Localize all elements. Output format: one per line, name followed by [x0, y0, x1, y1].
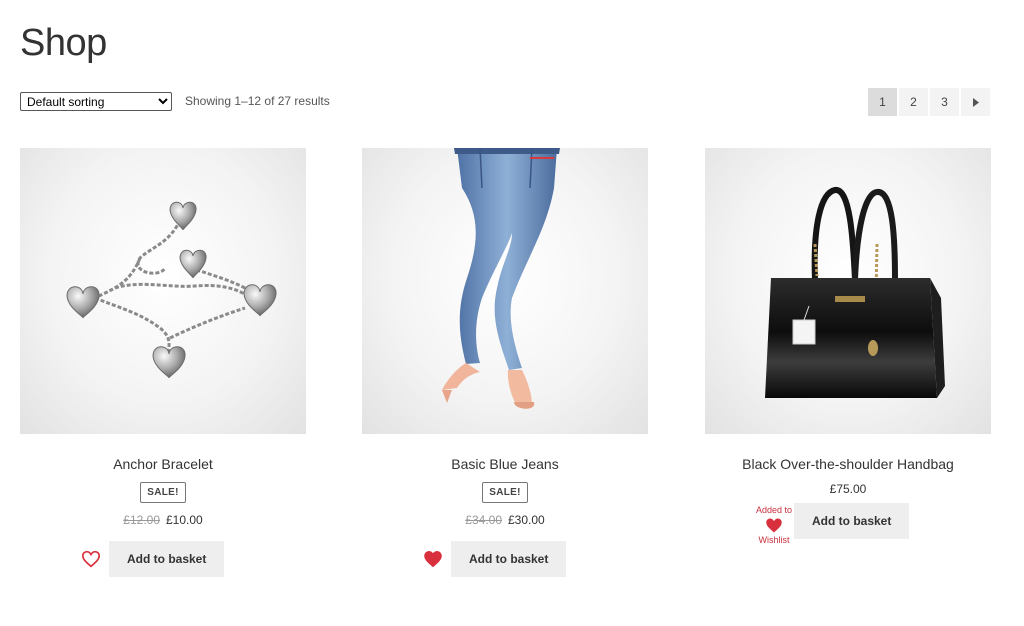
- page-title: Shop: [20, 22, 107, 64]
- page-1-button[interactable]: 1: [868, 88, 897, 116]
- wishlist-added-indicator[interactable]: Added to Wishlist: [751, 505, 797, 546]
- product-title[interactable]: Basic Blue Jeans: [362, 456, 648, 472]
- product-card: Basic Blue Jeans SALE! £34.00 £30.00 Add …: [362, 148, 648, 577]
- product-price: £75.00: [705, 482, 991, 496]
- product-card: Black Over-the-shoulder Handbag £75.00 A…: [705, 148, 991, 546]
- sale-badge: SALE!: [140, 482, 186, 503]
- bracelet-illustration: [66, 201, 277, 379]
- next-page-button[interactable]: [961, 88, 990, 116]
- old-price: £12.00: [123, 513, 160, 527]
- product-price: £34.00 £30.00: [362, 513, 648, 527]
- product-title[interactable]: Black Over-the-shoulder Handbag: [705, 456, 991, 472]
- product-actions: Add to basket: [362, 541, 648, 577]
- product-card: Anchor Bracelet SALE! £12.00 £10.00 Add t…: [20, 148, 306, 577]
- old-price: £34.00: [465, 513, 502, 527]
- sorting-select[interactable]: Default sorting: [20, 92, 172, 111]
- product-actions: Added to Wishlist Add to basket: [705, 503, 991, 546]
- page-3-button[interactable]: 3: [930, 88, 959, 116]
- outline-heart-icon[interactable]: [81, 550, 101, 568]
- product-image-bracelet[interactable]: [20, 148, 306, 434]
- filled-heart-icon[interactable]: [764, 517, 784, 534]
- filled-heart-icon[interactable]: [423, 550, 443, 568]
- sale-price: £10.00: [166, 513, 203, 527]
- add-to-basket-button[interactable]: Add to basket: [794, 503, 910, 539]
- triangle-right-icon: [972, 98, 979, 108]
- product-price: £12.00 £10.00: [20, 513, 306, 527]
- shop-toolbar: Default sorting Showing 1–12 of 27 resul…: [20, 88, 990, 116]
- handbag-illustration: [765, 187, 945, 398]
- sale-price: £30.00: [508, 513, 545, 527]
- product-title[interactable]: Anchor Bracelet: [20, 456, 306, 472]
- product-image-jeans[interactable]: [362, 148, 648, 434]
- add-to-basket-button[interactable]: Add to basket: [109, 541, 225, 577]
- wishlist-added-label: Added to: [755, 505, 793, 515]
- jeans-illustration: [442, 148, 560, 409]
- result-count: Showing 1–12 of 27 results: [185, 94, 330, 108]
- regular-price: £75.00: [829, 482, 867, 496]
- add-to-basket-button[interactable]: Add to basket: [451, 541, 567, 577]
- sale-badge: SALE!: [482, 482, 528, 503]
- wishlist-added-sublabel: Wishlist: [758, 535, 790, 545]
- pagination: 1 2 3: [868, 88, 990, 116]
- product-image-handbag[interactable]: [705, 148, 991, 434]
- product-actions: Add to basket: [20, 541, 306, 577]
- page-2-button[interactable]: 2: [899, 88, 928, 116]
